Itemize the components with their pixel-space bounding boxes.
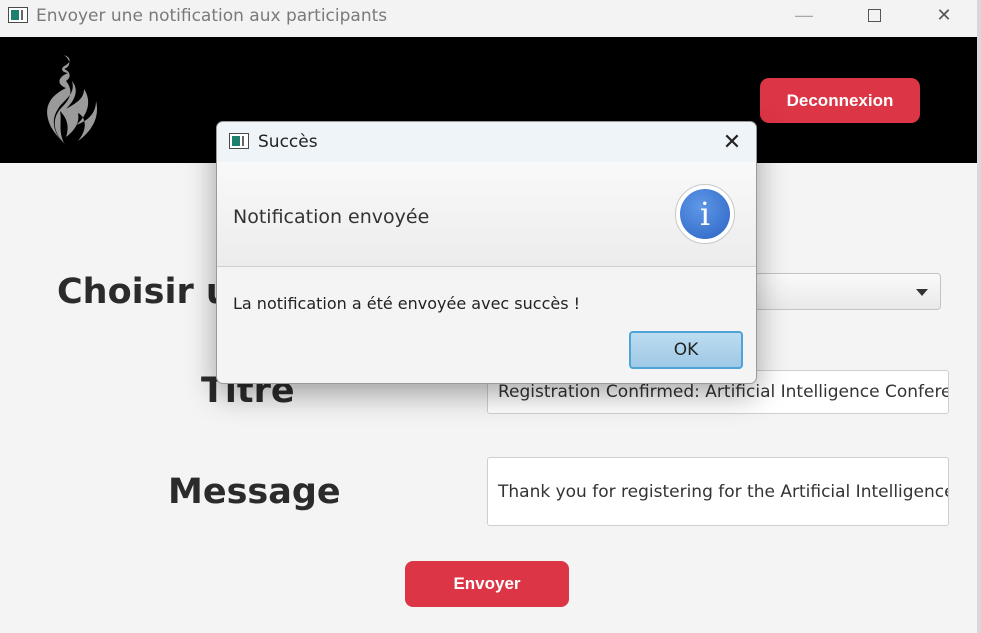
dialog-titlebar: Succès ✕ bbox=[217, 122, 756, 162]
dialog-title: Succès bbox=[258, 132, 318, 152]
close-icon: ✕ bbox=[722, 129, 742, 154]
close-window-button[interactable]: ✕ bbox=[921, 0, 967, 32]
dialog-header-text: Notification envoyée bbox=[233, 206, 430, 228]
success-dialog: Succès ✕ Notification envoyée i La notif… bbox=[216, 121, 757, 384]
close-icon: ✕ bbox=[936, 5, 952, 25]
window-titlebar: Envoyer une notification aux participant… bbox=[0, 0, 981, 38]
minimize-button[interactable]: — bbox=[781, 0, 827, 32]
dialog-app-icon bbox=[229, 133, 249, 149]
logout-button[interactable]: Deconnexion bbox=[760, 78, 920, 123]
message-input[interactable]: Thank you for registering for the Artifi… bbox=[487, 457, 949, 526]
ok-button[interactable]: OK bbox=[629, 331, 743, 369]
dialog-close-button[interactable]: ✕ bbox=[718, 128, 746, 156]
maximize-button[interactable] bbox=[851, 0, 897, 32]
chevron-down-icon bbox=[916, 289, 928, 296]
minimize-icon: — bbox=[795, 5, 813, 25]
participant-select[interactable] bbox=[755, 273, 941, 310]
flame-logo-icon bbox=[47, 55, 98, 145]
send-button[interactable]: Envoyer bbox=[405, 561, 569, 607]
maximize-icon bbox=[867, 9, 881, 22]
info-glyph: i bbox=[680, 189, 730, 239]
window-edge bbox=[977, 0, 981, 633]
window-title: Envoyer une notification aux participant… bbox=[36, 6, 388, 26]
app-icon bbox=[8, 7, 28, 23]
dialog-content-text: La notification a été envoyée avec succè… bbox=[233, 294, 581, 313]
dialog-header: Notification envoyée i bbox=[217, 162, 756, 267]
message-label: Message bbox=[168, 472, 341, 512]
info-icon: i bbox=[675, 184, 735, 244]
